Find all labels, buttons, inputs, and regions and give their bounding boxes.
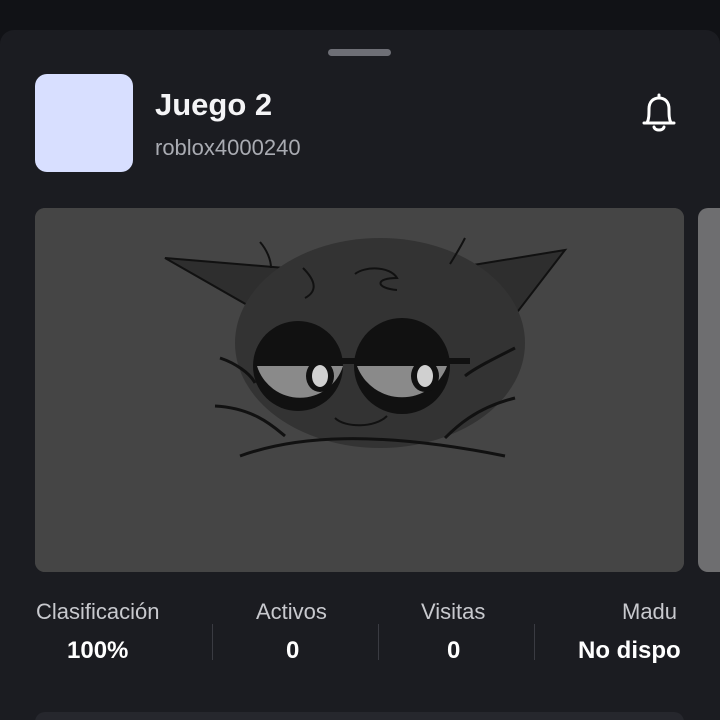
cat-illustration: [35, 208, 684, 572]
stat-active: Activos 0: [256, 598, 327, 678]
stat-rating: Clasificación 100%: [36, 598, 160, 678]
divider: [378, 624, 379, 660]
game-creator[interactable]: roblox4000240: [155, 134, 301, 162]
notify-button[interactable]: [636, 88, 682, 138]
divider: [212, 624, 213, 660]
stat-label: Activos: [256, 599, 327, 624]
game-details-sheet: Juego 2 roblox4000240 Clasificación 100%…: [0, 30, 720, 720]
stat-value: 100%: [67, 637, 129, 664]
bell-icon: [642, 93, 676, 132]
overflow-mask: [684, 598, 720, 688]
stat-maturity: Madu No dispo: [578, 598, 681, 678]
media-next-preview[interactable]: [698, 208, 720, 572]
divider: [534, 624, 535, 660]
drag-handle[interactable]: [328, 49, 391, 56]
stat-value: 0: [286, 637, 300, 664]
status-bar: [0, 0, 720, 30]
game-thumbnail[interactable]: [35, 74, 133, 172]
next-section-card[interactable]: [35, 712, 684, 720]
stat-value: 0: [447, 637, 461, 664]
stats-row: Clasificación 100% Activos 0 Visitas 0 M…: [0, 598, 720, 678]
game-media-image[interactable]: [35, 208, 684, 572]
stat-visits: Visitas 0: [421, 598, 485, 678]
stat-value: No dispo: [578, 637, 681, 664]
stat-label: Visitas: [421, 599, 486, 624]
game-title: Juego 2: [155, 87, 273, 122]
stat-label: Clasificación: [36, 599, 160, 624]
stat-label: Madu: [622, 599, 678, 624]
